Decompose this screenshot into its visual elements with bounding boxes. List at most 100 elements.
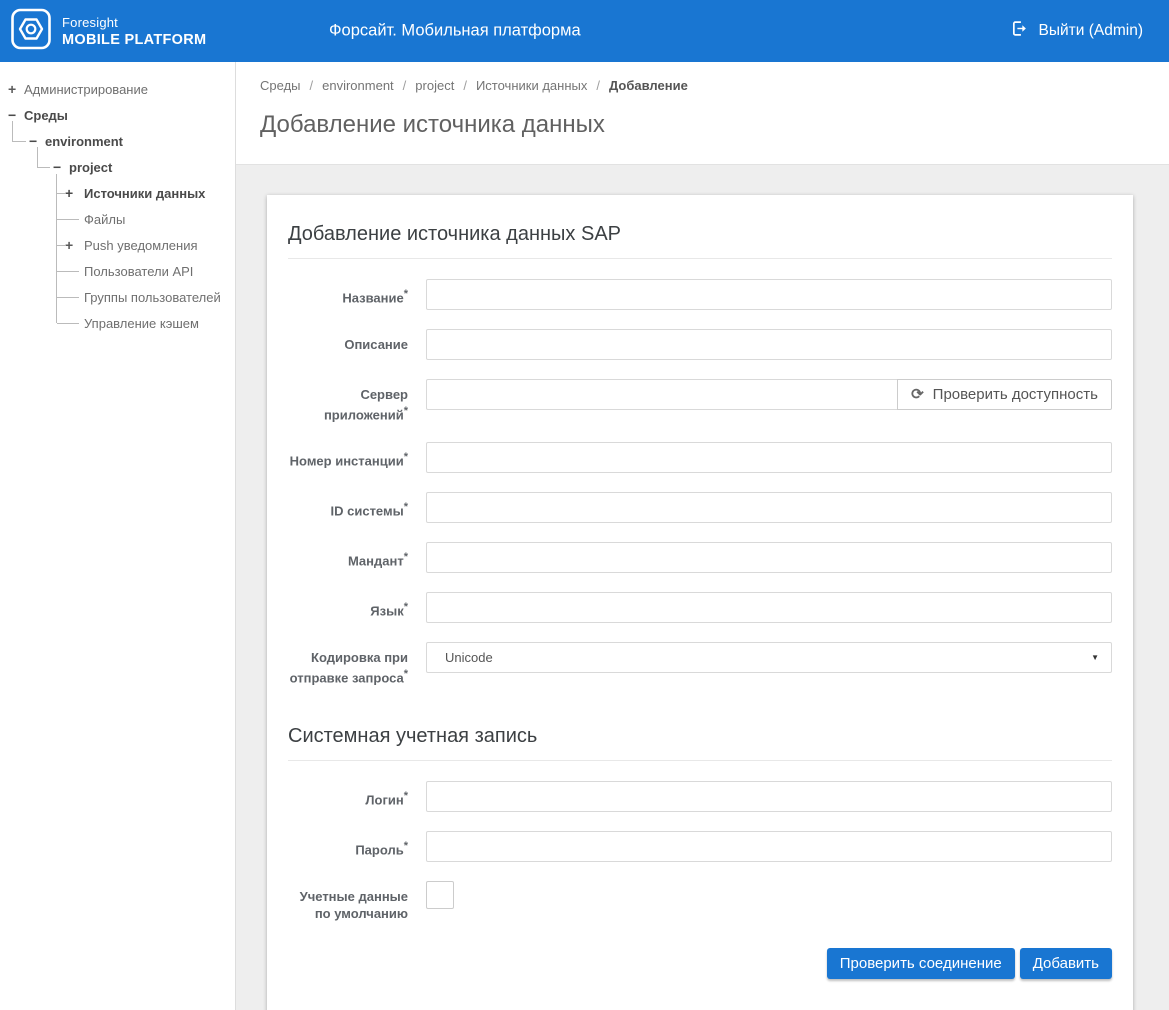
sidebar-item-label: Push уведомления bbox=[84, 238, 198, 253]
sidebar-item-project[interactable]: − project bbox=[0, 154, 235, 180]
logo-title: Foresight bbox=[62, 15, 206, 30]
refresh-icon: ⟳ bbox=[911, 387, 924, 402]
breadcrumb-separator: / bbox=[463, 78, 467, 93]
app-title: Форсайт. Мобильная платформа bbox=[329, 22, 581, 41]
server-input[interactable] bbox=[426, 379, 898, 410]
required-marker: * bbox=[404, 668, 408, 680]
check-availability-label: Проверить доступность bbox=[933, 386, 1098, 403]
app-logo: Foresight MOBILE PLATFORM bbox=[0, 8, 206, 55]
breadcrumb-item[interactable]: Среды bbox=[260, 78, 301, 93]
app-header: Foresight MOBILE PLATFORM Форсайт. Мобил… bbox=[0, 0, 1169, 62]
sidebar-tree: + Администрирование − Среды − environmen… bbox=[0, 62, 236, 1010]
sidebar-item-administration[interactable]: + Администрирование bbox=[0, 76, 235, 102]
form-actions: Проверить соединение Добавить bbox=[288, 948, 1112, 979]
breadcrumb-separator: / bbox=[403, 78, 407, 93]
form-row-login: Логин* bbox=[288, 781, 1112, 812]
system-id-input[interactable] bbox=[426, 492, 1112, 523]
instance-number-input[interactable] bbox=[426, 442, 1112, 473]
sidebar-item-cache-management[interactable]: Управление кэшем bbox=[0, 310, 235, 336]
add-datasource-form-card: Добавление источника данных SAP Название… bbox=[267, 195, 1133, 1010]
check-availability-button[interactable]: ⟳ Проверить доступность bbox=[897, 379, 1112, 410]
form-row-default-credentials: Учетные данные по умолчанию bbox=[288, 881, 1112, 922]
login-input[interactable] bbox=[426, 781, 1112, 812]
form-row-mandant: Мандант* bbox=[288, 542, 1112, 573]
encoding-select[interactable]: Unicode ▼ bbox=[426, 642, 1112, 673]
sidebar-item-data-sources[interactable]: + Источники данных bbox=[0, 180, 235, 206]
mandant-input[interactable] bbox=[426, 542, 1112, 573]
form-row-server: Сервер приложений* ⟳ Проверить доступнос… bbox=[288, 379, 1112, 423]
sidebar-item-label: Источники данных bbox=[84, 186, 205, 201]
breadcrumb-item[interactable]: Источники данных bbox=[476, 78, 587, 93]
account-section-title: Системная учетная запись bbox=[288, 719, 1112, 761]
sidebar-item-label: Среды bbox=[24, 108, 68, 123]
login-label: Логин* bbox=[288, 781, 408, 812]
password-label: Пароль* bbox=[288, 831, 408, 862]
sidebar-item-label: environment bbox=[45, 134, 123, 149]
required-marker: * bbox=[404, 840, 408, 852]
form-row-password: Пароль* bbox=[288, 831, 1112, 862]
form-row-name: Название* bbox=[288, 279, 1112, 310]
required-marker: * bbox=[404, 601, 408, 613]
mandant-label: Мандант* bbox=[288, 542, 408, 573]
default-credentials-label: Учетные данные по умолчанию bbox=[288, 881, 408, 922]
breadcrumb-item[interactable]: environment bbox=[322, 78, 394, 93]
sidebar-item-files[interactable]: Файлы bbox=[0, 206, 235, 232]
sidebar-item-label: Администрирование bbox=[24, 82, 148, 97]
form-row-instance-number: Номер инстанции* bbox=[288, 442, 1112, 473]
page-title: Добавление источника данных bbox=[260, 111, 1145, 139]
form-row-system-id: ID системы* bbox=[288, 492, 1112, 523]
check-connection-button[interactable]: Проверить соединение bbox=[827, 948, 1015, 979]
breadcrumb-separator: / bbox=[596, 78, 600, 93]
required-marker: * bbox=[404, 288, 408, 300]
instance-number-label: Номер инстанции* bbox=[288, 442, 408, 473]
encoding-label: Кодировка при отправке запроса* bbox=[288, 642, 408, 686]
server-label: Сервер приложений* bbox=[288, 379, 408, 423]
description-input[interactable] bbox=[426, 329, 1112, 360]
chevron-down-icon: ▼ bbox=[1091, 653, 1099, 662]
sidebar-item-push-notifications[interactable]: + Push уведомления bbox=[0, 232, 235, 258]
sidebar-item-api-users[interactable]: Пользователи API bbox=[0, 258, 235, 284]
plus-icon[interactable]: + bbox=[65, 237, 81, 253]
password-input[interactable] bbox=[426, 831, 1112, 862]
required-marker: * bbox=[404, 405, 408, 417]
plus-icon[interactable]: + bbox=[65, 185, 81, 201]
required-marker: * bbox=[404, 790, 408, 802]
required-marker: * bbox=[404, 551, 408, 563]
page-header: Среды / environment / project / Источник… bbox=[236, 62, 1169, 165]
language-input[interactable] bbox=[426, 592, 1112, 623]
add-button[interactable]: Добавить bbox=[1020, 948, 1112, 979]
form-row-encoding: Кодировка при отправке запроса* Unicode … bbox=[288, 642, 1112, 686]
logout-label: Выйти (Admin) bbox=[1039, 22, 1143, 40]
required-marker: * bbox=[404, 501, 408, 513]
breadcrumb-separator: / bbox=[310, 78, 314, 93]
sidebar-item-label: Группы пользователей bbox=[84, 290, 221, 305]
sidebar-item-user-groups[interactable]: Группы пользователей bbox=[0, 284, 235, 310]
plus-icon[interactable]: + bbox=[8, 81, 24, 97]
encoding-selected-value: Unicode bbox=[445, 650, 493, 665]
form-row-language: Язык* bbox=[288, 592, 1112, 623]
sidebar-item-environment[interactable]: − environment bbox=[0, 128, 235, 154]
logo-text: Foresight MOBILE PLATFORM bbox=[62, 15, 206, 48]
name-label: Название* bbox=[288, 279, 408, 310]
logout-button[interactable]: Выйти (Admin) bbox=[1011, 20, 1169, 42]
sidebar-item-label: Пользователи API bbox=[84, 264, 193, 279]
breadcrumb-item[interactable]: project bbox=[415, 78, 454, 93]
default-credentials-checkbox[interactable] bbox=[426, 881, 454, 909]
breadcrumb: Среды / environment / project / Источник… bbox=[260, 78, 1145, 93]
system-id-label: ID системы* bbox=[288, 492, 408, 523]
foresight-logo-icon bbox=[11, 8, 51, 55]
sidebar-item-label: Управление кэшем bbox=[84, 316, 199, 331]
content-area: Добавление источника данных SAP Название… bbox=[236, 165, 1169, 1010]
minus-icon[interactable]: − bbox=[53, 159, 69, 175]
project-children-group: + Источники данных Файлы + Push уведомле… bbox=[0, 180, 235, 336]
name-input[interactable] bbox=[426, 279, 1112, 310]
sidebar-item-environments[interactable]: − Среды bbox=[0, 102, 235, 128]
description-label: Описание bbox=[288, 329, 408, 360]
logo-subtitle: MOBILE PLATFORM bbox=[62, 32, 206, 48]
sign-out-icon bbox=[1011, 20, 1028, 42]
breadcrumb-item-current: Добавление bbox=[609, 78, 688, 93]
form-section-title: Добавление источника данных SAP bbox=[288, 217, 1112, 259]
form-row-description: Описание bbox=[288, 329, 1112, 360]
required-marker: * bbox=[404, 451, 408, 463]
sidebar-item-label: project bbox=[69, 160, 112, 175]
